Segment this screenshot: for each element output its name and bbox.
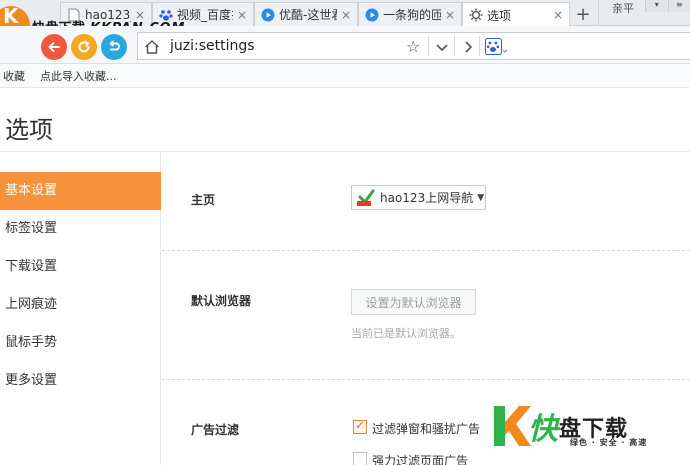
- ad-filter-label: 广告过滤: [191, 423, 240, 437]
- url-separator: [428, 36, 429, 56]
- page-title: 选项: [5, 116, 53, 144]
- url-text[interactable]: juzi:settings: [170, 38, 255, 54]
- sidebar-item-history[interactable]: 上网痕迹: [0, 286, 161, 324]
- sidebar-item-tabs[interactable]: 标签设置: [0, 210, 161, 248]
- tab-label: 优酷-这世君: [279, 8, 337, 22]
- tab-label: 一条狗的匝: [383, 8, 441, 22]
- refresh-icon: [78, 40, 90, 53]
- sidebar-item-downloads[interactable]: 下载设置: [0, 248, 161, 286]
- strong-filter-checkbox[interactable]: [353, 452, 367, 465]
- close-icon[interactable]: ×: [341, 8, 351, 22]
- tab-label: 选项: [487, 8, 512, 23]
- hao123-icon: [356, 189, 376, 207]
- sidebar-item-mouse-gestures[interactable]: 鼠标手势: [0, 324, 161, 362]
- browser-window: hao123_上 × 视频_百度扌 × 优酷-这世君 × 一条狗的匝 ×: [0, 0, 690, 465]
- tab-settings[interactable]: 选项 ×: [462, 2, 570, 27]
- play-icon: [365, 8, 379, 22]
- tab-label: 视频_百度扌: [177, 8, 233, 22]
- address-bar[interactable]: juzi:settings ☆: [137, 32, 690, 60]
- kkpan-logo-letter-icon: K: [3, 4, 19, 28]
- bookmarks-favorites[interactable]: 收藏: [3, 68, 25, 84]
- window-title-fragment: 亲平: [612, 2, 634, 15]
- bookmarks-import-link[interactable]: 点此导入收藏...: [40, 68, 117, 84]
- window-controls: ▾ ≡: [645, 0, 690, 12]
- menu-icon[interactable]: ≡: [667, 0, 690, 12]
- new-tab-button[interactable]: +: [570, 2, 596, 26]
- section-divider: [162, 250, 690, 251]
- tab-separator: [598, 0, 599, 26]
- settings-sidebar: 基本设置 标签设置 下载设置 上网痕迹 鼠标手势 更多设置: [0, 152, 161, 465]
- brand-tagline: 绿色 · 安全 · 高速: [570, 438, 648, 447]
- filter-popups-checkbox[interactable]: [353, 418, 367, 434]
- set-default-browser-button[interactable]: 设置为默认浏览器: [351, 289, 476, 315]
- sidebar-item-basic[interactable]: 基本设置: [0, 172, 161, 210]
- url-separator: [479, 36, 480, 56]
- default-browser-label: 默认浏览器: [191, 294, 252, 308]
- homepage-select-value: hao123上网导航: [380, 191, 474, 205]
- undo-icon: [109, 40, 120, 51]
- caret-down-icon: ▼: [477, 192, 485, 203]
- back-button[interactable]: [41, 34, 67, 60]
- homepage-select[interactable]: hao123上网导航 ▼: [351, 185, 486, 210]
- gear-icon: [469, 8, 483, 22]
- brand-name-first: 快: [528, 412, 559, 447]
- default-browser-status: 当前已是默认浏览器。: [351, 327, 461, 340]
- baidu-search-icon[interactable]: [485, 38, 508, 56]
- section-divider: [162, 379, 690, 380]
- chevron-right-icon[interactable]: [460, 39, 476, 55]
- undo-close-button[interactable]: [101, 34, 127, 60]
- skin-icon[interactable]: ▾: [645, 0, 668, 12]
- kkpan-k-logo-icon: [492, 404, 532, 448]
- star-icon[interactable]: ☆: [406, 37, 420, 56]
- strong-filter-label[interactable]: 强力过滤页面广告: [372, 452, 468, 465]
- tab-youku[interactable]: 优酷-这世君 ×: [254, 2, 358, 26]
- close-icon[interactable]: ×: [445, 8, 455, 22]
- arrow-left-icon: [48, 42, 60, 52]
- close-icon[interactable]: ×: [237, 8, 247, 22]
- chevron-down-icon[interactable]: [434, 39, 450, 55]
- refresh-button[interactable]: [71, 34, 97, 60]
- bookmarks-bar: 收藏 点此导入收藏...: [0, 64, 690, 88]
- navigation-bar: juzi:settings ☆: [0, 26, 690, 64]
- play-icon: [261, 8, 275, 22]
- home-icon[interactable]: [143, 38, 161, 56]
- tab-dog-movie[interactable]: 一条狗的匝 ×: [358, 2, 462, 26]
- close-icon[interactable]: ×: [553, 8, 563, 22]
- filter-popups-label[interactable]: 过滤弹窗和骚扰广告: [372, 420, 480, 437]
- kkpan-brand-watermark: 快盘下载 绿色 · 安全 · 高速: [492, 404, 690, 454]
- url-separator: [454, 36, 455, 56]
- homepage-label: 主页: [191, 193, 216, 207]
- sidebar-item-more[interactable]: 更多设置: [0, 362, 161, 400]
